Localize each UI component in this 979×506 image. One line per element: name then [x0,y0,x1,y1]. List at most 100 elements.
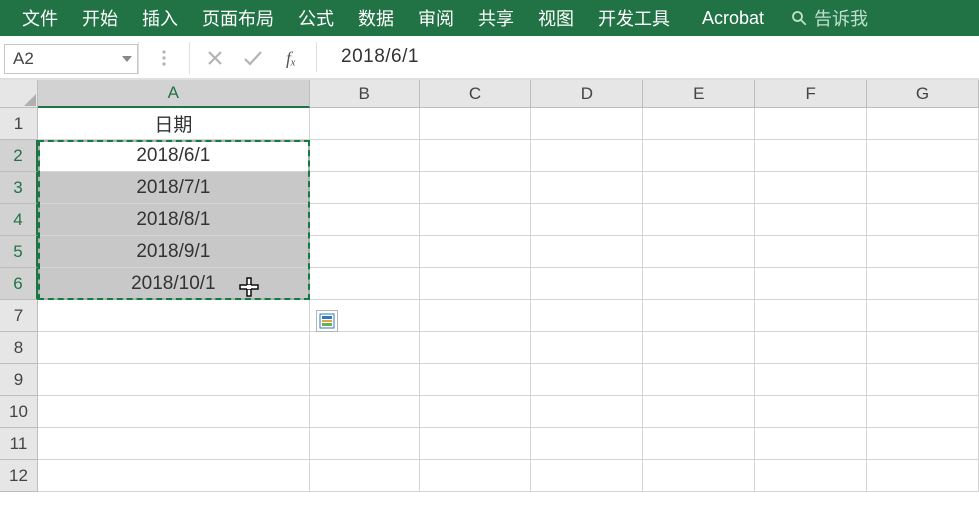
cell-C12[interactable] [420,460,532,492]
cell-D4[interactable] [531,204,643,236]
cell-D1[interactable] [531,108,643,140]
tab-formulas[interactable]: 公式 [286,0,346,37]
cell-D9[interactable] [531,364,643,396]
cell-G5[interactable] [867,236,979,268]
cell-A9[interactable] [38,364,310,396]
cell-G7[interactable] [867,300,979,332]
cell-C3[interactable] [420,172,532,204]
row-header-10[interactable]: 10 [0,396,38,428]
cell-B3[interactable] [310,172,420,204]
cell-D3[interactable] [531,172,643,204]
cell-C7[interactable] [420,300,532,332]
select-all-corner[interactable] [0,80,38,108]
cell-A7[interactable] [38,300,310,332]
cell-G8[interactable] [867,332,979,364]
tab-file[interactable]: 文件 [10,0,70,37]
cell-E6[interactable] [643,268,755,300]
cell-C10[interactable] [420,396,532,428]
cell-A1[interactable]: 日期 [38,108,310,140]
tab-developer[interactable]: 开发工具 [586,0,682,37]
cell-E1[interactable] [643,108,755,140]
row-header-4[interactable]: 4 [0,204,38,236]
column-header-A[interactable]: A [38,80,310,108]
row-header-1[interactable]: 1 [0,108,38,140]
cell-B1[interactable] [310,108,420,140]
column-header-C[interactable]: C [420,80,532,108]
row-header-11[interactable]: 11 [0,428,38,460]
tell-me-search[interactable]: 告诉我 [790,5,868,31]
cell-F2[interactable] [755,140,867,172]
cell-A8[interactable] [38,332,310,364]
cell-F7[interactable] [755,300,867,332]
cell-E10[interactable] [643,396,755,428]
cell-B10[interactable] [310,396,420,428]
cell-F8[interactable] [755,332,867,364]
cell-G12[interactable] [867,460,979,492]
cell-F5[interactable] [755,236,867,268]
cell-B2[interactable] [310,140,420,172]
cell-A11[interactable] [38,428,310,460]
cell-F10[interactable] [755,396,867,428]
cell-A12[interactable] [38,460,310,492]
cell-D10[interactable] [531,396,643,428]
cell-E5[interactable] [643,236,755,268]
tab-insert[interactable]: 插入 [130,0,190,37]
column-header-B[interactable]: B [310,80,420,108]
cell-D12[interactable] [531,460,643,492]
cell-C9[interactable] [420,364,532,396]
cell-B8[interactable] [310,332,420,364]
autofill-options-button[interactable] [316,310,338,332]
cell-D8[interactable] [531,332,643,364]
cell-B12[interactable] [310,460,420,492]
enter-button[interactable] [234,42,272,74]
row-header-7[interactable]: 7 [0,300,38,332]
cell-A3[interactable]: 2018/7/1 [38,172,310,204]
cell-C1[interactable] [420,108,532,140]
cell-G1[interactable] [867,108,979,140]
cell-E9[interactable] [643,364,755,396]
row-header-5[interactable]: 5 [0,236,38,268]
cell-F4[interactable] [755,204,867,236]
cell-B11[interactable] [310,428,420,460]
fx-more-button[interactable] [145,42,183,74]
tab-home[interactable]: 开始 [70,0,130,37]
cell-E4[interactable] [643,204,755,236]
cell-C5[interactable] [420,236,532,268]
cell-D6[interactable] [531,268,643,300]
name-box[interactable]: A2 [4,44,138,74]
cell-D5[interactable] [531,236,643,268]
row-header-8[interactable]: 8 [0,332,38,364]
cell-B5[interactable] [310,236,420,268]
cell-F6[interactable] [755,268,867,300]
cell-B4[interactable] [310,204,420,236]
insert-function-button[interactable]: fₓ [272,42,310,74]
cell-G10[interactable] [867,396,979,428]
tab-data[interactable]: 数据 [346,0,406,37]
cell-F1[interactable] [755,108,867,140]
cell-F3[interactable] [755,172,867,204]
cell-G4[interactable] [867,204,979,236]
column-header-E[interactable]: E [643,80,755,108]
cell-E7[interactable] [643,300,755,332]
tab-review[interactable]: 审阅 [406,0,466,37]
cell-G9[interactable] [867,364,979,396]
row-header-3[interactable]: 3 [0,172,38,204]
cell-B9[interactable] [310,364,420,396]
cell-E3[interactable] [643,172,755,204]
tab-share[interactable]: 共享 [466,0,526,37]
cell-A10[interactable] [38,396,310,428]
tab-view[interactable]: 视图 [526,0,586,37]
cell-E11[interactable] [643,428,755,460]
cell-A4[interactable]: 2018/8/1 [38,204,310,236]
cell-C2[interactable] [420,140,532,172]
cell-A6[interactable]: 2018/10/1 [38,268,310,300]
cell-F9[interactable] [755,364,867,396]
cell-G11[interactable] [867,428,979,460]
column-header-G[interactable]: G [867,80,979,108]
cell-F11[interactable] [755,428,867,460]
cell-C8[interactable] [420,332,532,364]
cell-D11[interactable] [531,428,643,460]
cell-A5[interactable]: 2018/9/1 [38,236,310,268]
cell-A2[interactable]: 2018/6/1 [38,140,310,172]
cell-G2[interactable] [867,140,979,172]
